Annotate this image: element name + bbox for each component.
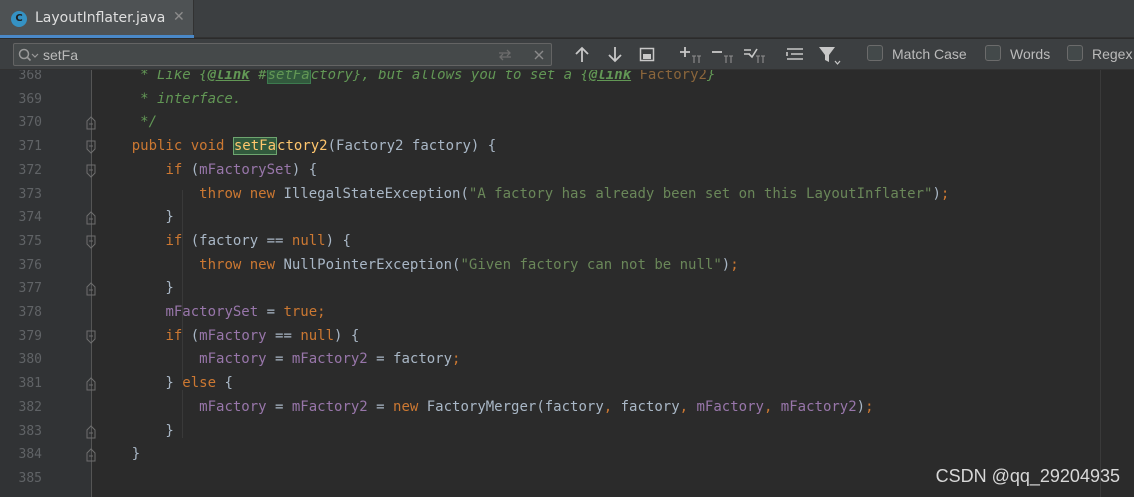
code-line[interactable]: 384 } (0, 443, 1134, 467)
clear-search-icon[interactable] (532, 47, 546, 63)
code-text[interactable]: } (98, 277, 173, 301)
words-checkbox[interactable] (985, 45, 1001, 61)
line-number: 381 (18, 376, 42, 392)
code-text[interactable]: if (factory == null) { (98, 230, 350, 254)
code-line[interactable]: 373 throw new IllegalStateException("A f… (0, 183, 1134, 207)
previous-occurrence-icon[interactable] (573, 43, 591, 66)
code-text[interactable]: throw new IllegalStateException("A facto… (98, 183, 949, 207)
code-line[interactable]: 377 } (0, 277, 1134, 301)
editor-tab-bar: C LayoutInflater.java ✕ (0, 0, 1134, 38)
line-number: 376 (18, 257, 42, 273)
line-number: 374 (18, 210, 42, 226)
line-number: 385 (18, 470, 42, 486)
code-text[interactable]: public void setFactory2(Factory2 factory… (98, 135, 496, 159)
line-number: 368 (18, 70, 42, 83)
code-line[interactable]: 369 * interface. (0, 88, 1134, 112)
fold-end-icon[interactable] (85, 448, 97, 462)
regex-checkbox[interactable] (1067, 45, 1083, 61)
code-line[interactable]: 382 mFactory = mFactory2 = new FactoryMe… (0, 396, 1134, 420)
select-all-occurrences-checkmark-icon[interactable] (742, 43, 766, 66)
close-tab-icon[interactable]: ✕ (173, 9, 185, 25)
code-line[interactable]: 380 mFactory = mFactory2 = factory; (0, 348, 1134, 372)
search-history-icon[interactable] (496, 47, 514, 63)
code-text[interactable]: } else { (98, 372, 232, 396)
add-selection-next-occurrence-icon[interactable] (678, 43, 702, 66)
java-class-icon: C (11, 11, 27, 27)
code-text[interactable]: } (98, 443, 140, 467)
code-text[interactable]: throw new NullPointerException("Given fa… (98, 254, 738, 278)
find-bar: Match Case Words Regex (0, 39, 1134, 70)
watermark: CSDN @qq_29204935 (935, 466, 1120, 486)
code-text[interactable]: */ (98, 111, 157, 135)
active-tab-indicator (0, 35, 194, 38)
fold-end-icon[interactable] (85, 211, 97, 225)
select-all-occurrences-icon[interactable] (638, 43, 656, 66)
code-text[interactable]: } (98, 420, 173, 444)
line-number: 371 (18, 139, 42, 155)
filter-icon[interactable] (817, 43, 841, 66)
line-number: 382 (18, 399, 42, 415)
line-number: 369 (18, 91, 42, 107)
fold-start-icon[interactable] (85, 330, 97, 344)
match-case-label[interactable]: Match Case (892, 46, 967, 62)
code-text[interactable]: * interface. (98, 88, 241, 112)
code-line[interactable]: 376 throw new NullPointerException("Give… (0, 254, 1134, 278)
fold-end-icon[interactable] (85, 424, 97, 439)
match-case-checkbox[interactable] (867, 45, 883, 61)
line-number: 373 (18, 186, 42, 202)
search-field[interactable] (13, 43, 552, 66)
fold-start-icon[interactable] (85, 235, 97, 249)
code-line[interactable]: 374 } (0, 206, 1134, 230)
code-line[interactable]: 371 public void setFactory2(Factory2 fac… (0, 135, 1134, 159)
code-text[interactable]: if (mFactorySet) { (98, 159, 317, 183)
code-line[interactable]: 379 if (mFactory == null) { (0, 325, 1134, 349)
code-line[interactable]: 370 */ (0, 111, 1134, 135)
regex-label[interactable]: Regex (1092, 46, 1132, 62)
code-line[interactable]: 378 mFactorySet = true; (0, 301, 1134, 325)
words-label[interactable]: Words (1010, 46, 1050, 62)
code-text[interactable]: if (mFactory == null) { (98, 325, 359, 349)
tab-title: LayoutInflater.java (35, 10, 166, 26)
fold-start-icon[interactable] (85, 164, 97, 178)
code-line[interactable]: 372 if (mFactorySet) { (0, 159, 1134, 183)
line-number: 370 (18, 115, 42, 131)
code-line[interactable]: 383 } (0, 420, 1134, 444)
code-text[interactable]: mFactorySet = true; (98, 301, 325, 325)
code-line[interactable]: 381 } else { (0, 372, 1134, 396)
filter-search-results-icon[interactable] (785, 43, 805, 66)
line-number: 383 (18, 423, 42, 439)
code-text[interactable]: mFactory = mFactory2 = new FactoryMerger… (98, 396, 873, 420)
search-input[interactable] (43, 45, 483, 64)
line-number: 375 (18, 233, 42, 249)
code-line[interactable]: 375 if (factory == null) { (0, 230, 1134, 254)
fold-end-icon[interactable] (85, 116, 97, 130)
line-number: 372 (18, 162, 42, 178)
line-number: 378 (18, 305, 42, 320)
code-line[interactable]: 368 * Like {@link #setFactory}, but allo… (0, 70, 1134, 88)
line-number: 377 (18, 281, 42, 297)
search-icon[interactable] (17, 47, 39, 63)
code-text[interactable]: } (98, 206, 173, 230)
line-number: 379 (18, 328, 42, 344)
line-number: 380 (18, 352, 42, 368)
fold-end-icon[interactable] (85, 282, 97, 296)
next-occurrence-icon[interactable] (606, 43, 624, 66)
unselect-occurrence-icon[interactable] (710, 43, 734, 66)
code-text[interactable]: mFactory = mFactory2 = factory; (98, 348, 460, 372)
fold-start-icon[interactable] (85, 140, 97, 154)
fold-middle-icon[interactable] (85, 377, 97, 391)
line-number: 384 (18, 447, 42, 463)
code-editor[interactable]: 368 * Like {@link #setFactory}, but allo… (0, 70, 1134, 497)
tab-layoutinflater[interactable]: C LayoutInflater.java ✕ (0, 0, 194, 38)
code-text[interactable]: * Like {@link #setFactory}, but allows y… (98, 70, 715, 88)
